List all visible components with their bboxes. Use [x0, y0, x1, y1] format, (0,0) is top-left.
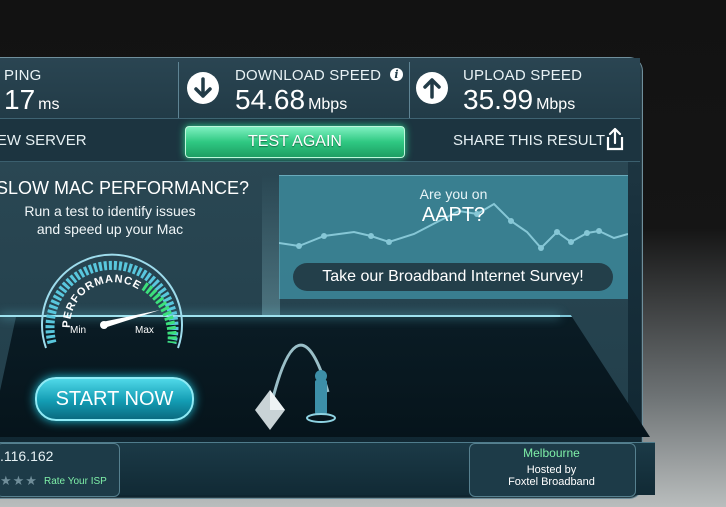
info-icon[interactable]: i	[390, 68, 403, 81]
client-ip: .116.162	[0, 448, 54, 464]
promo-title: SLOW MAC PERFORMANCE?	[0, 178, 250, 198]
survey-button[interactable]: Take our Broadband Internet Survey!	[293, 263, 613, 291]
download-label: DOWNLOAD SPEED	[235, 67, 382, 84]
server-city: Melbourne	[523, 446, 580, 460]
promo-subtitle: Run a test to identify issues and speed …	[24, 203, 196, 237]
arrow-down-circle-icon	[187, 72, 219, 104]
server-hosted-by: Hosted by	[526, 464, 577, 476]
survey-question: Are you on	[419, 186, 488, 202]
survey-isp: AAPT?	[421, 204, 486, 226]
gauge-max-label: Max	[135, 325, 154, 336]
performance-gauge: PERFORMANCE Min Max	[41, 253, 183, 349]
share-result-link[interactable]: SHARE THIS RESULT	[453, 132, 605, 149]
upload-stat: UPLOAD SPEED 35.99 Mbps	[410, 58, 640, 118]
gauge-label: PERFORMANCE	[61, 273, 143, 328]
test-again-button[interactable]: TEST AGAIN	[185, 126, 405, 158]
new-server-link[interactable]: NEW SERVER	[0, 132, 87, 149]
arrow-up-circle-icon	[416, 72, 448, 104]
connection-arc-graphic	[255, 343, 336, 430]
start-now-button[interactable]: START NOW	[35, 377, 194, 421]
rate-isp-link[interactable]: Rate Your ISP	[44, 476, 107, 487]
download-stat: DOWNLOAD SPEED i 54.68 Mbps	[179, 58, 409, 118]
upload-value: 35.99 Mbps	[463, 84, 576, 115]
download-value: 54.68 Mbps	[235, 84, 348, 115]
share-icon[interactable]	[604, 126, 626, 157]
star-rating[interactable]: ★★★	[0, 473, 38, 489]
server-host-name: Foxtel Broadband	[508, 476, 595, 488]
ping-value: 17 ms	[4, 84, 60, 115]
ping-stat: PING 17 ms	[0, 58, 178, 118]
svg-text:PERFORMANCE: PERFORMANCE	[61, 273, 144, 328]
gauge-min-label: Min	[70, 325, 86, 336]
upload-label: UPLOAD SPEED	[463, 67, 583, 84]
ping-label: PING	[4, 67, 42, 84]
